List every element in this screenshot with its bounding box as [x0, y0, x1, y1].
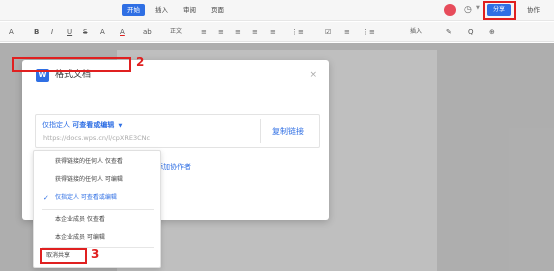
share-link-box: 仅指定人 可查看或编辑 ▼ https://docs.wps.cn/l/cpXR… [35, 114, 320, 148]
permission-value: 可查看或编辑 [72, 121, 115, 129]
permission-prefix: 仅指定人 [42, 121, 70, 129]
justify-icon[interactable]: ≡ [252, 26, 258, 38]
line-spacing-icon[interactable]: ≡ [270, 26, 276, 38]
dropdown-item-label: 获得链接的任何人 仅查看 [55, 158, 123, 165]
clock-icon[interactable]: ◷ [464, 4, 476, 16]
tab-insert[interactable]: 插入 [150, 4, 173, 16]
chevron-down-icon[interactable]: ▼ [476, 5, 480, 11]
dropdown-item-label: 本企业成员 仅查看 [55, 216, 105, 223]
permission-highlight-box [12, 57, 131, 72]
step-number-2: 2 [136, 55, 145, 69]
tab-page[interactable]: 页面 [206, 4, 229, 16]
tab-start[interactable]: 开始 [122, 4, 145, 16]
chevron-down-icon: ▼ [118, 123, 123, 129]
strikethrough-icon[interactable]: S [83, 26, 87, 38]
add-collaborator-link[interactable]: 添加协作者 [156, 162, 191, 172]
dropdown-item-label: 仅指定人 可查看或编辑 [55, 194, 117, 201]
indent-icon[interactable]: ≡ [344, 26, 350, 38]
dropdown-item-label: 本企业成员 可编辑 [55, 234, 105, 241]
permission-select[interactable]: 仅指定人 可查看或编辑 ▼ [42, 120, 122, 131]
list-icon[interactable]: ⋮≡ [291, 26, 304, 38]
bold-icon[interactable]: B [34, 26, 39, 38]
dropdown-item-anyone-edit[interactable]: 获得链接的任何人 可编辑 [34, 173, 160, 187]
tab-review[interactable]: 审阅 [178, 4, 201, 16]
close-icon[interactable]: × [309, 69, 317, 82]
dropdown-item-org-edit[interactable]: 本企业成员 可编辑 [34, 231, 160, 245]
edit-icon[interactable]: ✎ [446, 26, 452, 38]
top-bar: 开始 插入 审阅 页面 ◷ ▼ 分享 协作 [0, 0, 554, 21]
checkbox-icon[interactable]: ☑ [325, 26, 331, 38]
search-icon[interactable]: Q [468, 26, 474, 38]
insert-menu[interactable]: 插入 [410, 26, 422, 38]
clear-format-icon[interactable]: A [9, 26, 14, 38]
format-toolbar: A B I U S A A ab 正文 ≡ ≡ ≡ ≡ ≡ ⋮≡ ☑ ≡ ⋮≡ … [0, 22, 554, 42]
step-number-3: 3 [91, 247, 100, 261]
style-select[interactable]: 正文 [170, 26, 182, 38]
share-highlight-box [483, 1, 516, 20]
collaborate-button[interactable]: 协作 [527, 4, 540, 16]
share-url: https://docs.wps.cn/l/cpXRE3CNc [43, 134, 151, 142]
dropdown-item-specified[interactable]: ✓ 仅指定人 可查看或编辑 [34, 191, 160, 205]
align-right-icon[interactable]: ≡ [235, 26, 241, 38]
italic-icon[interactable]: I [51, 26, 53, 38]
cancel-share-highlight-box [40, 248, 87, 264]
font-color-icon[interactable]: A [120, 26, 125, 38]
dropdown-divider [42, 209, 154, 210]
dropdown-item-anyone-view[interactable]: 获得链接的任何人 仅查看 [34, 155, 160, 169]
align-left-icon[interactable]: ≡ [201, 26, 207, 38]
font-size-icon[interactable]: A [100, 26, 105, 38]
check-icon: ✓ [43, 194, 49, 202]
underline-icon[interactable]: U [67, 26, 72, 38]
highlight-icon[interactable]: ab [143, 26, 152, 38]
dropdown-item-label: 获得链接的任何人 可编辑 [55, 176, 123, 183]
divider [260, 119, 261, 143]
align-center-icon[interactable]: ≡ [218, 26, 224, 38]
more-icon[interactable]: ⊕ [489, 26, 495, 38]
user-avatar[interactable] [444, 4, 456, 16]
outdent-icon[interactable]: ⋮≡ [362, 26, 375, 38]
dropdown-item-org-view[interactable]: 本企业成员 仅查看 [34, 213, 160, 227]
copy-link-button[interactable]: 复制链接 [272, 126, 304, 138]
